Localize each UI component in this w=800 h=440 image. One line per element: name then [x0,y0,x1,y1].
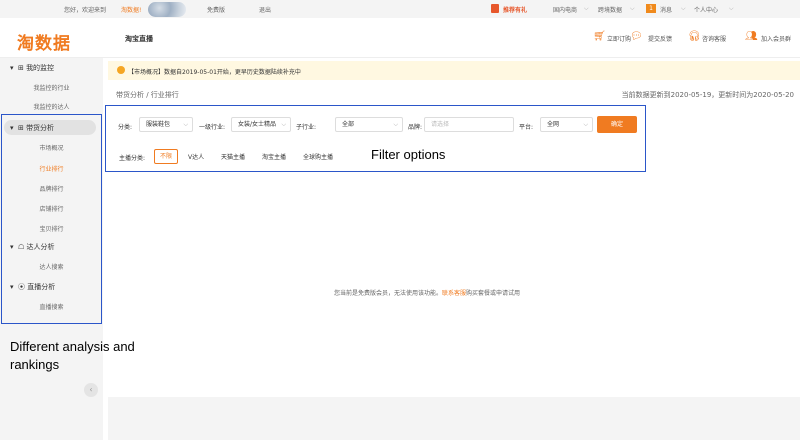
top-bar: 您好，欢迎来到 淘数据! 免费版 退出 推荐有礼 国内电商 ⌵ 跨境数据 ⌵ 1… [0,0,800,18]
avatar[interactable] [148,2,186,17]
sidebar-item-monitored-influencer[interactable]: 我监控的达人 [0,102,103,111]
sidebar-annotation-box [1,114,102,324]
crossborder-menu[interactable]: 跨境数据 [598,5,622,14]
breadcrumb: 带货分析 / 行业排行 [116,91,179,99]
collapse-sidebar-button[interactable]: ‹ [84,383,98,397]
cart-icon[interactable]: 🛒︎ [593,31,606,42]
chevron-down-icon: ⌵ [729,5,734,12]
brand-link[interactable]: 淘数据! [121,5,141,14]
sidebar-annotation-label-line2: rankings [10,357,60,372]
domestic-menu[interactable]: 国内电商 [553,5,577,14]
messages-menu[interactable]: 消息 [660,5,672,14]
chevron-down-icon: ⌵ [584,5,589,12]
promo-link[interactable]: 推荐有礼 [503,5,527,14]
headset-icon[interactable]: 🎧︎ [688,31,701,42]
chat-bubble-icon[interactable]: 💬︎ [630,31,643,42]
notice-message: 数据自2019-05-01开始，更早历史数据陆续补充中 [164,69,301,76]
feedback-button[interactable]: 提交反馈 [648,34,672,43]
logout-link[interactable]: 退出 [259,5,271,14]
sidebar-item-monitored-industry[interactable]: 我监控的行业 [0,83,103,92]
update-status: 当前数据更新到2020-05-19，更新时间为2020-05-20 [621,91,794,99]
notice-bar: 【市场概况】数据自2019-05-01开始，更早历史数据陆续补充中 [108,61,800,80]
chevron-down-icon: ⌵ [630,5,635,12]
page-title: 淘宝直播 [125,35,153,43]
support-button[interactable]: 咨询客服 [702,34,726,43]
sidebar-group-label: 我的监控 [26,64,55,72]
group-icon[interactable]: 👥︎ [745,31,758,42]
sidebar-group-monitor[interactable]: ▾ ⊞ 我的监控 [10,63,54,73]
sidebar-annotation-label-line1: Different analysis and [10,339,135,354]
chevron-down-icon: ⌵ [681,5,686,12]
empty-state-suffix: 购买套餐或申请试用 [466,290,521,297]
welcome-text: 您好，欢迎来到 [64,7,107,14]
order-button[interactable]: 立即订购 [607,34,631,43]
header: 淘数据 淘宝直播 🛒︎ 立即订购 💬︎ 提交反馈 🎧︎ 咨询客服 👥︎ 加入会员… [0,18,800,58]
empty-state-prefix: 您当前是免费版会员，无法使用该功能。 [334,290,443,297]
warning-icon [117,66,125,74]
gift-icon[interactable] [491,4,499,13]
footer-band [108,397,800,440]
notice-tag: 【市场概况】 [128,69,165,76]
filter-annotation-label: Filter options [371,147,446,162]
message-count-badge: 1 [646,4,656,13]
join-group-button[interactable]: 加入会员群 [761,34,791,43]
user-center-menu[interactable]: 个人中心 [694,5,718,14]
contact-support-link[interactable]: 联系客服 [442,290,466,297]
empty-state-message: 您当前是免费版会员，无法使用该功能。联系客服购买套餐或申请试用 [334,288,520,297]
logo[interactable]: 淘数据 [17,29,71,54]
notice-text: 【市场概况】数据自2019-05-01开始，更早历史数据陆续补充中 [128,67,301,76]
free-edition-label: 免费版 [207,7,226,14]
